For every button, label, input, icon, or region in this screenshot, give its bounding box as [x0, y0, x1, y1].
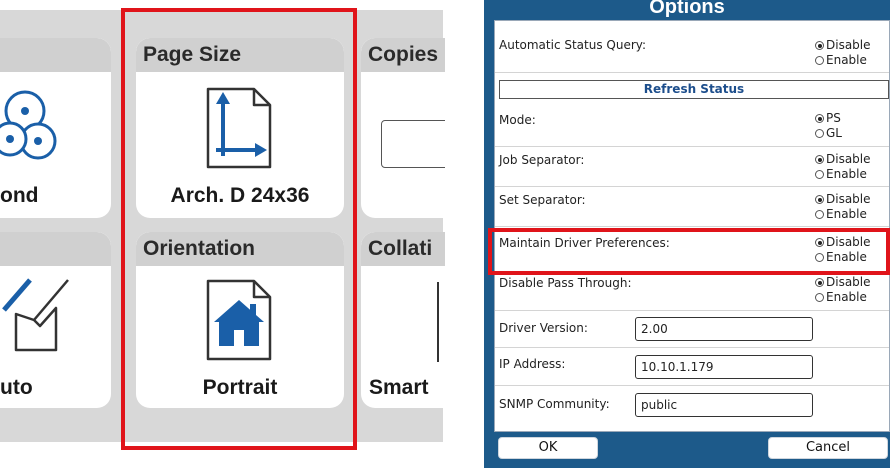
paper-rolls-icon	[0, 90, 57, 160]
auto-status-enable-radio[interactable]: Enable	[815, 53, 871, 68]
radio-selected-icon	[815, 41, 824, 50]
copies-card[interactable]: Copies	[361, 38, 445, 218]
refresh-status-button[interactable]: Refresh Status	[499, 80, 889, 99]
mode-card[interactable]: g uto	[0, 232, 111, 408]
divider	[495, 72, 889, 73]
auto-status-label: Automatic Status Query:	[499, 38, 647, 52]
collation-header: Collati	[361, 232, 445, 266]
dialog-footer: OK Cancel	[494, 432, 890, 468]
mode-value: uto	[0, 376, 33, 399]
job-separator-label: Job Separator:	[499, 153, 585, 167]
collation-card[interactable]: Collati Smart	[361, 232, 445, 408]
page-size-card[interactable]: Page Size Arch. D 24x36	[136, 38, 344, 218]
print-settings-panel: ond Page Size Arch. D 24x36 Copies g uto…	[0, 0, 445, 468]
set-separator-radio-group: Disable Enable	[815, 192, 871, 222]
divider	[495, 186, 889, 187]
radio-unselected-icon	[815, 129, 824, 138]
orientation-value: Portrait	[202, 376, 278, 399]
mode-header: g	[0, 232, 111, 266]
paper-source-value: ond	[0, 184, 39, 207]
maintain-driver-prefs-label: Maintain Driver Preferences:	[499, 236, 670, 250]
job-separator-disable-radio[interactable]: Disable	[815, 152, 871, 167]
set-separator-enable-radio[interactable]: Enable	[815, 207, 871, 222]
divider	[495, 347, 889, 348]
job-separator-enable-radio[interactable]: Enable	[815, 167, 871, 182]
page-size-value: Arch. D 24x36	[170, 184, 310, 207]
radio-unselected-icon	[815, 170, 824, 179]
maintain-driver-prefs-enable-radio[interactable]: Enable	[815, 250, 871, 265]
snmp-community-field[interactable]: public	[635, 393, 813, 417]
orientation-card[interactable]: Orientation Portrait	[136, 232, 344, 408]
radio-unselected-icon	[815, 253, 824, 262]
mode-ps-radio[interactable]: PS	[815, 111, 842, 126]
maintain-driver-prefs-disable-radio[interactable]: Disable	[815, 235, 871, 250]
page-size-header: Page Size	[136, 38, 344, 72]
copies-input[interactable]	[381, 120, 445, 168]
divider	[495, 385, 889, 386]
disable-pass-through-radio-group: Disable Enable	[815, 275, 871, 305]
set-separator-label: Set Separator:	[499, 193, 586, 207]
mode-label: Mode:	[499, 113, 536, 127]
disable-pass-through-label: Disable Pass Through:	[499, 276, 632, 290]
copies-header: Copies	[361, 38, 445, 72]
collation-value: Smart	[369, 376, 429, 399]
dialog-title: Options	[649, 0, 725, 18]
ok-button[interactable]: OK	[498, 437, 598, 459]
auto-status-radio-group: Disable Enable	[815, 38, 871, 68]
radio-selected-icon	[815, 155, 824, 164]
divider	[495, 310, 889, 311]
mode-radio-group: PS GL	[815, 111, 842, 141]
driver-version-label: Driver Version:	[499, 321, 588, 335]
auto-status-disable-radio[interactable]: Disable	[815, 38, 871, 53]
page-size-icon	[206, 87, 272, 169]
disable-pass-through-enable-radio[interactable]: Enable	[815, 290, 871, 305]
mode-gl-radio[interactable]: GL	[815, 126, 842, 141]
set-separator-disable-radio[interactable]: Disable	[815, 192, 871, 207]
ip-address-label: IP Address:	[499, 357, 566, 371]
divider	[495, 226, 889, 227]
driver-version-field[interactable]: 2.00	[635, 317, 813, 341]
radio-selected-icon	[815, 114, 824, 123]
radio-unselected-icon	[815, 210, 824, 219]
radio-selected-icon	[815, 278, 824, 287]
collation-icon	[437, 282, 445, 362]
job-separator-radio-group: Disable Enable	[815, 152, 871, 182]
paper-source-card[interactable]: ond	[0, 38, 111, 218]
radio-unselected-icon	[815, 293, 824, 302]
options-dialog: Options Automatic Status Query: Disable …	[484, 0, 890, 468]
radio-selected-icon	[815, 195, 824, 204]
portrait-house-icon	[206, 279, 272, 361]
maintain-driver-prefs-radio-group: Disable Enable	[815, 235, 871, 265]
radio-unselected-icon	[815, 56, 824, 65]
disable-pass-through-disable-radio[interactable]: Disable	[815, 275, 871, 290]
paper-source-header	[0, 38, 111, 72]
options-dialog-body: Automatic Status Query: Disable Enable R…	[494, 20, 890, 432]
cancel-button[interactable]: Cancel	[768, 437, 888, 459]
ip-address-field[interactable]: 10.10.1.179	[635, 355, 813, 379]
snmp-community-label: SNMP Community:	[499, 397, 610, 411]
orientation-header: Orientation	[136, 232, 344, 266]
radio-selected-icon	[815, 238, 824, 247]
divider	[495, 146, 889, 147]
pen-icon	[2, 278, 69, 352]
